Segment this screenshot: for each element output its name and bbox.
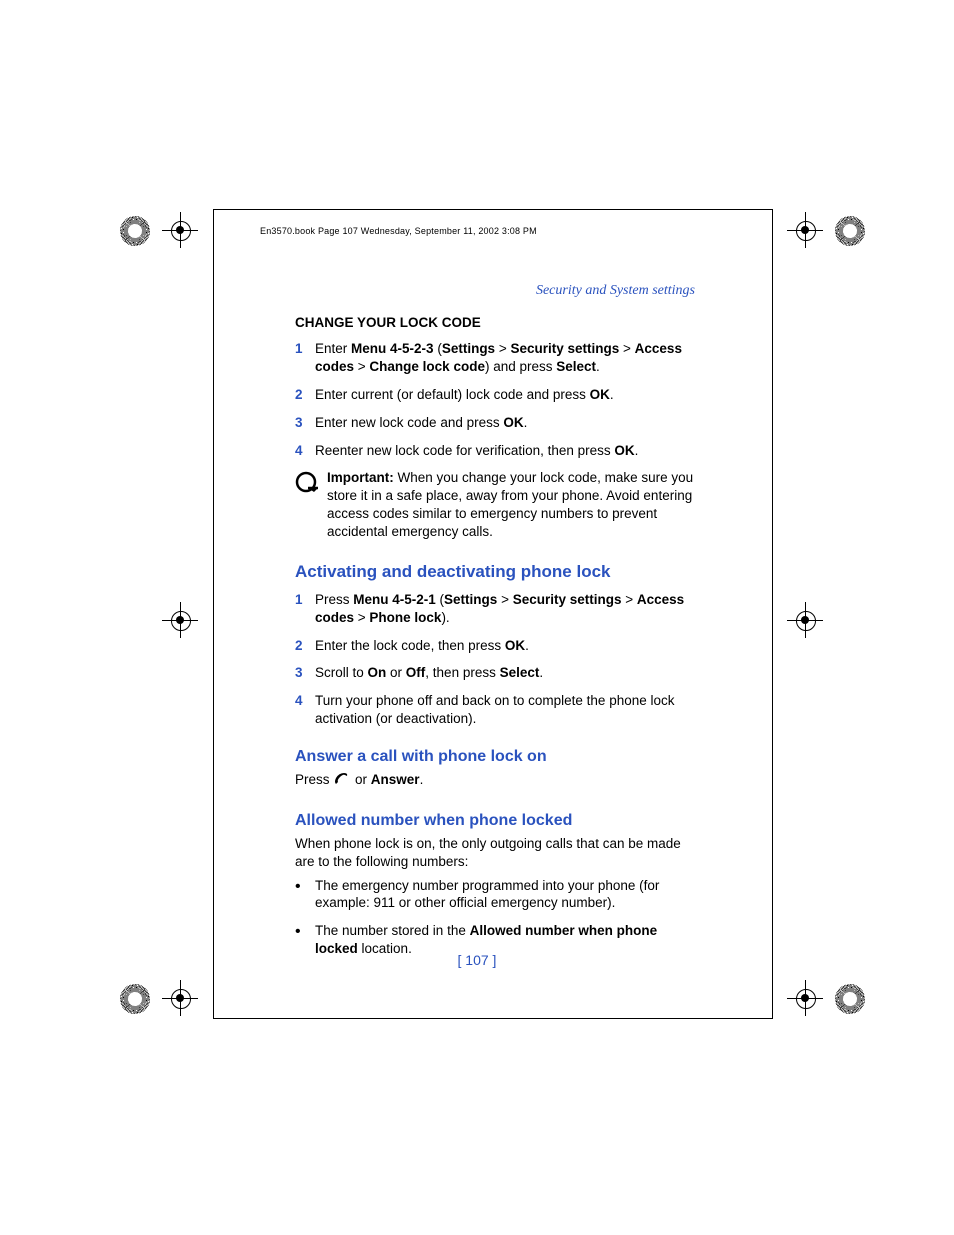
step-item: 2 Enter the lock code, then press OK. [295,637,695,655]
step-number: 3 [295,664,315,682]
body-text: Press or Answer. [295,771,695,792]
step-item: 4 Turn your phone off and back on to com… [295,692,695,728]
bullet-text: The emergency number programmed into you… [315,877,695,913]
step-item: 1 Enter Menu 4-5-2-3 (Settings > Securit… [295,340,695,376]
step-text: Scroll to On or Off, then press Select. [315,664,695,682]
chapter-title: Security and System settings [295,282,695,300]
page-content: Security and System settings CHANGE YOUR… [295,282,695,968]
registration-mark [120,980,210,1020]
step-text: Enter new lock code and press OK. [315,414,695,432]
section-heading: Allowed number when phone locked [295,810,695,831]
page-number: [ 107 ] [0,952,954,968]
step-item: 1 Press Menu 4-5-2-1 (Settings > Securit… [295,591,695,627]
step-text: Press Menu 4-5-2-1 (Settings > Security … [315,591,695,627]
bullet-item: The emergency number programmed into you… [295,877,695,913]
step-number: 2 [295,637,315,655]
running-header: En3570.book Page 107 Wednesday, Septembe… [260,226,537,236]
body-text: When phone lock is on, the only outgoing… [295,835,695,871]
section-heading: CHANGE YOUR LOCK CODE [295,314,695,332]
step-item: 3 Scroll to On or Off, then press Select… [295,664,695,682]
registration-mark [775,602,865,642]
bullet-list: The emergency number programmed into you… [295,877,695,958]
step-text: Enter current (or default) lock code and… [315,386,695,404]
step-text: Enter the lock code, then press OK. [315,637,695,655]
step-text: Turn your phone off and back on to compl… [315,692,695,728]
important-note: Important: When you change your lock cod… [295,469,695,540]
step-number: 3 [295,414,315,432]
important-icon [295,469,327,540]
step-item: 3 Enter new lock code and press OK. [295,414,695,432]
step-text: Enter Menu 4-5-2-3 (Settings > Security … [315,340,695,376]
step-item: 2 Enter current (or default) lock code a… [295,386,695,404]
important-text: Important: When you change your lock cod… [327,469,695,540]
step-number: 4 [295,692,315,728]
step-item: 4 Reenter new lock code for verification… [295,442,695,460]
registration-mark [775,980,865,1020]
steps-list: 1 Press Menu 4-5-2-1 (Settings > Securit… [295,591,695,728]
registration-mark [775,212,865,252]
step-text: Reenter new lock code for verification, … [315,442,695,460]
registration-mark [120,602,210,642]
steps-list: 1 Enter Menu 4-5-2-3 (Settings > Securit… [295,340,695,459]
registration-mark [120,212,210,252]
step-number: 1 [295,591,315,627]
step-number: 1 [295,340,315,376]
section-heading: Answer a call with phone lock on [295,746,695,767]
step-number: 4 [295,442,315,460]
step-number: 2 [295,386,315,404]
call-icon [333,771,351,792]
section-heading: Activating and deactivating phone lock [295,561,695,583]
